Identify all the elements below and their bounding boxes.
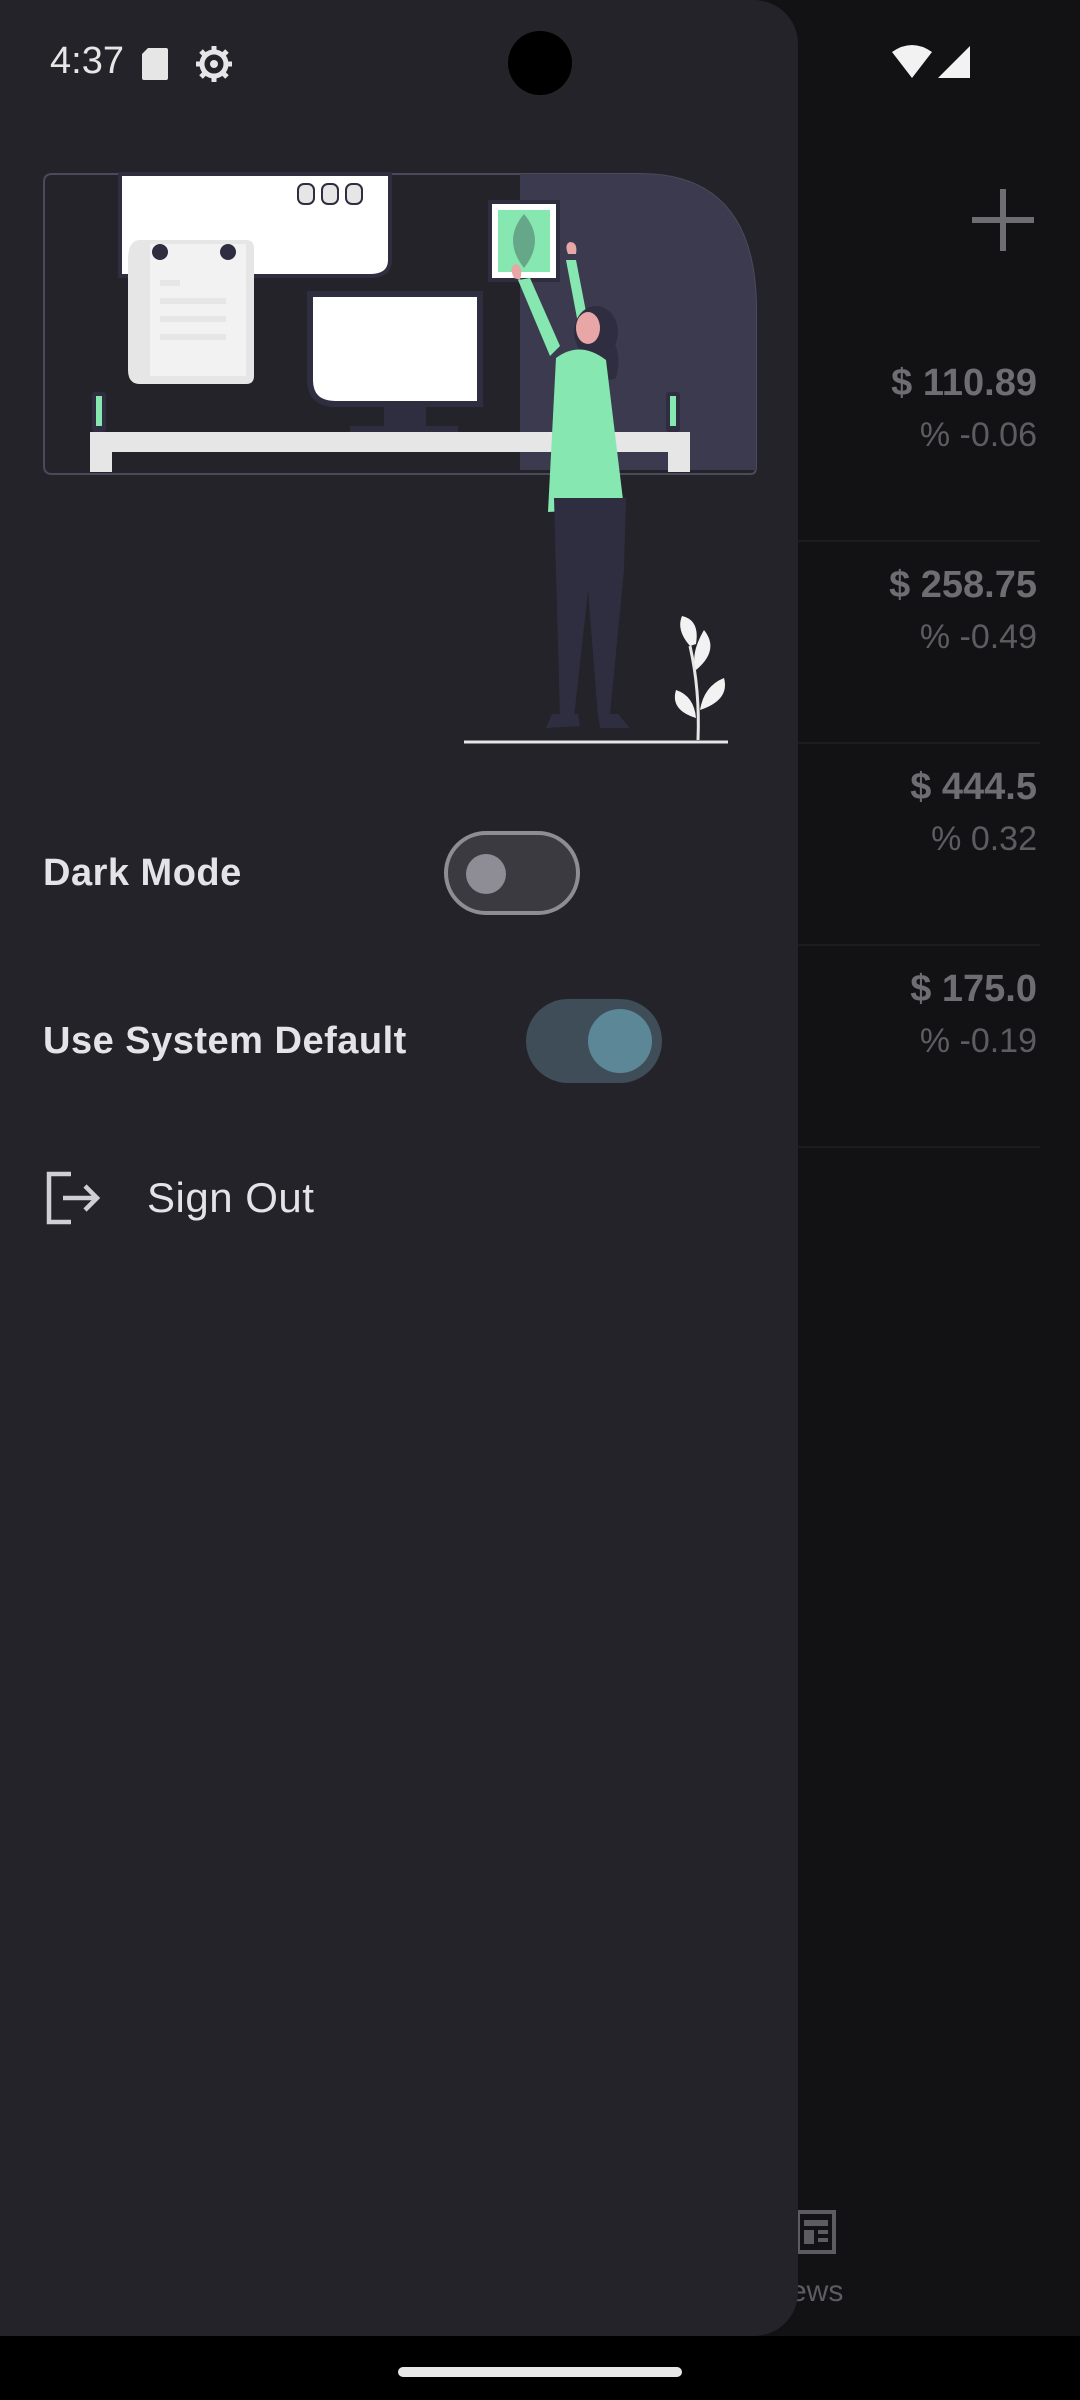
stock-change: % -0.06: [919, 416, 1037, 454]
screen: $ 110.89 % -0.06 $ 258.75 % -0.49 $ 444.…: [0, 0, 1080, 2400]
dark-mode-setting: Dark Mode: [43, 828, 603, 918]
plus-icon[interactable]: [968, 185, 1038, 255]
home-gesture-handle[interactable]: [398, 2367, 682, 2377]
stock-row[interactable]: $ 444.5 % 0.32: [780, 744, 1040, 946]
newspaper-icon[interactable]: [792, 2208, 838, 2256]
stock-change: % -0.19: [919, 1022, 1037, 1060]
stock-row[interactable]: $ 258.75 % -0.49: [780, 542, 1040, 744]
stock-price: $ 175.0: [910, 968, 1037, 1010]
status-time: 4:37: [50, 40, 124, 82]
toggle-thumb: [466, 854, 506, 894]
use-system-default-label: Use System Default: [43, 1020, 407, 1062]
wifi-icon: [892, 45, 932, 78]
navigation-drawer: 4:37 Dark Mode Use System Default Sign O…: [0, 0, 798, 2336]
stock-row[interactable]: $ 110.89 % -0.06: [780, 340, 1040, 542]
camera-cutout: [508, 31, 572, 95]
sign-out-label: Sign Out: [147, 1174, 315, 1221]
use-system-default-toggle[interactable]: [526, 999, 662, 1083]
toggle-thumb: [588, 1009, 652, 1073]
stock-price: $ 444.5: [910, 766, 1037, 808]
stock-price: $ 258.75: [889, 564, 1037, 606]
stock-change: % 0.32: [931, 820, 1037, 858]
dark-mode-label: Dark Mode: [43, 852, 242, 894]
stock-price: $ 110.89: [891, 362, 1037, 404]
sd-card-icon: [142, 48, 168, 80]
dark-mode-toggle[interactable]: [444, 831, 580, 915]
stock-change: % -0.49: [919, 618, 1037, 656]
logout-icon: [46, 1171, 101, 1225]
sign-out-item[interactable]: Sign Out: [43, 1160, 743, 1240]
use-system-default-setting: Use System Default: [43, 996, 683, 1086]
stock-row[interactable]: $ 175.0 % -0.19: [780, 946, 1040, 1148]
drawer-header-illustration: [43, 172, 757, 744]
settings-gear-icon: [196, 46, 232, 82]
cellular-signal-icon: [938, 46, 970, 78]
bottom-nav-news-label[interactable]: ews: [790, 2275, 843, 2309]
